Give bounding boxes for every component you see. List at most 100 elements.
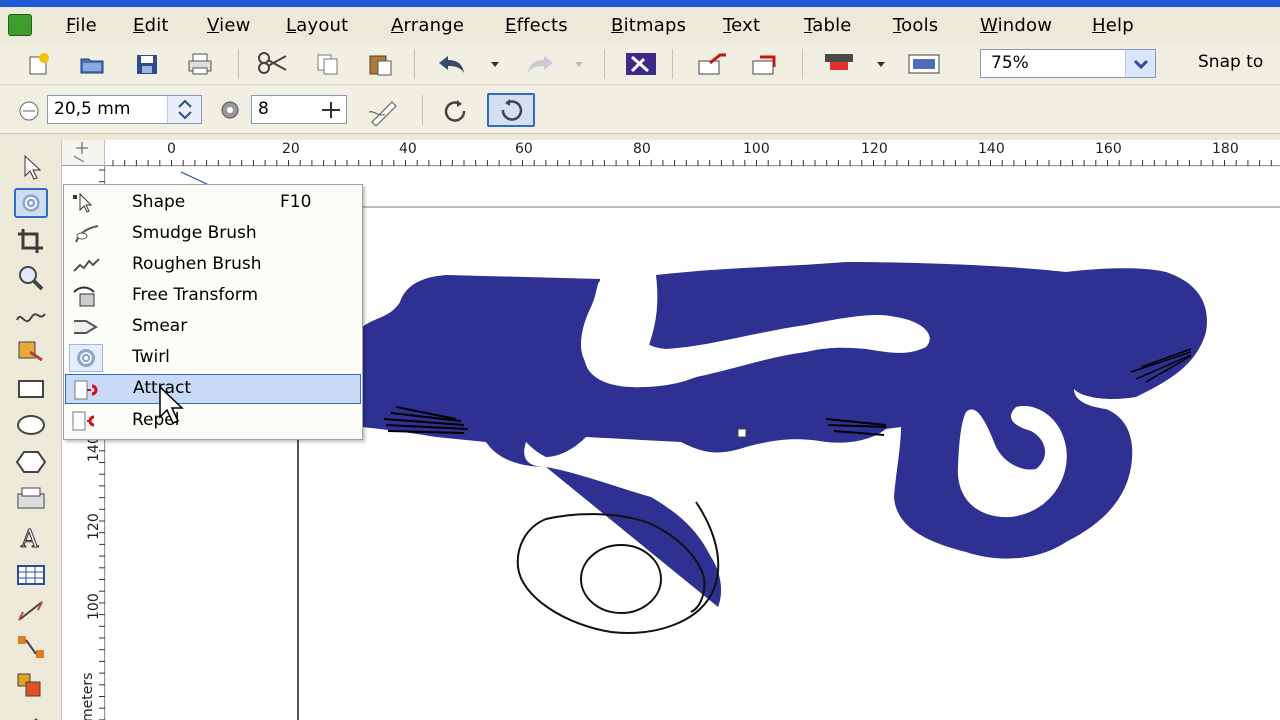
zoom-dropdown-button[interactable] [1125,50,1155,77]
toolbar-separator [414,49,415,79]
polygon-tool-icon[interactable] [14,447,48,477]
twirl-rate-icon [221,101,239,119]
clockwise-twirl-icon [501,99,523,121]
counterclockwise-twirl-icon[interactable] [440,96,472,126]
ruler-origin-icon [73,142,88,163]
flyout-item-label: Smudge Brush [132,223,257,243]
roughen-brush-icon [73,258,100,272]
copy-icon[interactable] [314,51,342,77]
zoom-level-dropdown[interactable]: 75% [980,49,1156,78]
snap-to-button[interactable]: Snap to [1198,52,1263,72]
twirl-rate-input[interactable]: 8 [251,95,347,124]
text-tool-icon[interactable]: A [14,522,48,553]
application-launcher-icon[interactable] [822,51,856,77]
flyout-item-shape[interactable]: Shape F10 [64,188,362,218]
save-icon[interactable] [133,51,161,77]
shape-edit-flyout: Shape F10 Smudge Brush Roughen Brush Fre… [63,184,363,440]
brush-size-spinner[interactable] [167,96,201,123]
blue-shape[interactable] [362,262,1207,607]
open-folder-icon[interactable] [78,51,106,77]
welcome-screen-icon[interactable] [906,51,942,77]
flyout-item-free-transform[interactable]: Free Transform [64,281,362,311]
menu-help[interactable]: Help [1092,15,1134,36]
flyout-item-label: Shape [132,192,186,212]
spinner-arrows-icon [178,99,192,120]
eyedropper-tool-icon[interactable] [14,706,48,720]
flyout-item-label: Smear [132,316,188,336]
connector-tool-icon[interactable] [14,632,48,662]
menu-layout[interactable]: Layout [286,15,348,36]
menu-edit[interactable]: Edit [133,15,169,36]
smudge-brush-icon [75,225,99,243]
menu-arrange[interactable]: Arrange [391,15,464,36]
twirl-rate-slider-button[interactable] [316,96,346,123]
pen-pressure-icon[interactable] [366,96,400,126]
ruler-label: 140 [978,141,1005,157]
ruler-label: 80 [633,141,651,157]
toolbox: A [0,140,62,720]
toolbar-separator [604,49,605,79]
undo-icon[interactable] [436,51,472,77]
ruler-label: 180 [1212,141,1239,157]
flyout-item-roughen-brush[interactable]: Roughen Brush [64,250,362,280]
table-tool-icon[interactable] [14,560,48,590]
ellipse-tool-icon[interactable] [14,410,48,440]
clockwise-twirl-button[interactable] [487,93,535,127]
repel-icon [72,411,95,431]
app-logo-icon [8,14,32,36]
menu-tools[interactable]: Tools [893,15,938,36]
ruler-origin[interactable] [62,140,105,166]
rectangle-tool-icon[interactable] [14,374,48,404]
menu-bitmaps[interactable]: Bitmaps [611,15,686,36]
flyout-item-label: Twirl [132,347,170,367]
ruler-label: 100 [743,141,770,157]
chevron-down-icon [575,62,583,67]
twirl-inner-loop [580,544,662,614]
flyout-item-shortcut: F10 [280,192,312,212]
flyout-item-twirl[interactable]: Twirl [64,343,362,373]
dimension-tool-icon[interactable] [14,596,48,626]
print-icon[interactable] [186,51,214,77]
brush-size-value: 20,5 mm [54,99,131,119]
ruler-unit-label: meters [80,672,96,720]
cut-icon[interactable] [256,51,290,77]
menu-effects[interactable]: Effects [505,15,568,36]
ruler-label: 60 [515,141,533,157]
menu-text[interactable]: Text [723,15,760,36]
chevron-down-icon[interactable] [874,51,888,77]
pick-tool-icon[interactable] [14,152,48,182]
chevron-down-icon[interactable] [488,51,502,77]
basic-shapes-tool-icon[interactable] [14,484,48,514]
flyout-item-smear[interactable]: Smear [64,312,362,342]
menu-table[interactable]: Table [804,15,852,36]
menu-view[interactable]: View [207,15,251,36]
horizontal-ruler[interactable]: 0 20 40 60 80 100 120 140 160 180 [105,140,1280,166]
paste-icon[interactable] [366,51,394,77]
twirl-rate-value: 8 [258,99,269,119]
import-icon[interactable] [624,51,658,77]
new-document-icon[interactable] [24,51,52,77]
node-handle[interactable] [737,428,747,438]
toolbar-separator [238,49,239,79]
blend-tool-icon[interactable] [14,670,48,700]
zoom-tool-icon[interactable] [14,263,48,293]
flyout-item-smudge-brush[interactable]: Smudge Brush [64,219,362,249]
shape-edit-tool-icon[interactable] [14,188,48,218]
freehand-tool-icon[interactable] [14,300,48,330]
twirl-icon [77,349,95,367]
attract-icon [74,380,98,400]
menu-file[interactable]: File [66,15,97,36]
redo-icon[interactable] [520,51,556,77]
brush-size-input[interactable]: 20,5 mm [47,95,202,124]
toolbar-separator [422,95,423,125]
export-icon[interactable] [696,51,732,77]
smear-icon [74,320,98,334]
smart-fill-tool-icon[interactable] [14,336,48,366]
publish-icon[interactable] [750,51,786,77]
crop-tool-icon[interactable] [14,226,48,256]
flyout-item-attract[interactable]: Attract [65,374,361,404]
shape-tool-icon [73,192,93,213]
menu-window[interactable]: Window [980,15,1052,36]
ruler-label: 20 [282,141,300,157]
flyout-item-repel[interactable]: Repel [64,406,362,436]
